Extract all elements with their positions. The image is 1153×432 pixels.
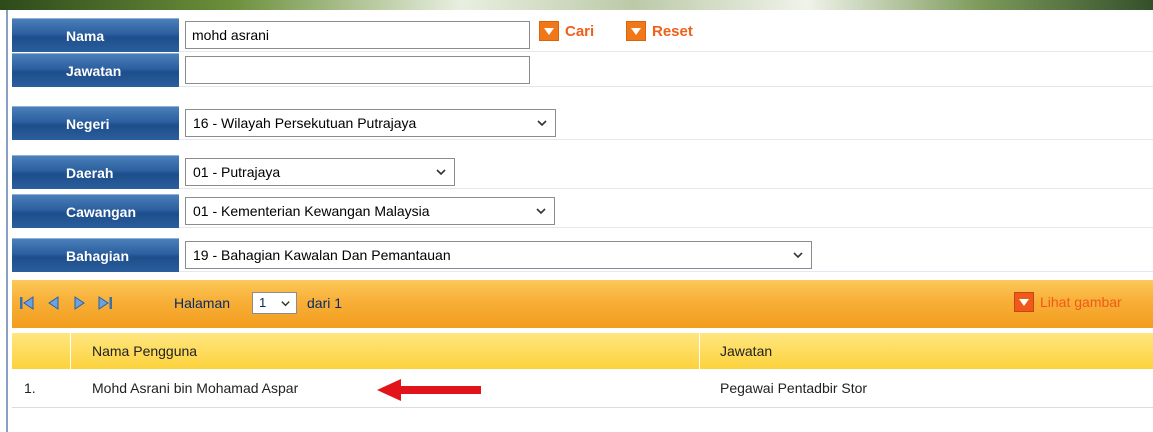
chevron-down-icon xyxy=(626,21,646,41)
chevron-down-icon xyxy=(539,21,559,41)
label-jawatan-text: Jawatan xyxy=(66,63,122,79)
daerah-selected-value: 01 - Putrajaya xyxy=(193,164,281,180)
label-negeri: Negeri xyxy=(12,106,179,140)
column-header-jawatan[interactable]: Jawatan xyxy=(720,343,772,359)
reset-button[interactable]: Reset xyxy=(626,20,693,42)
row-jawatan: Jawatan xyxy=(12,53,1153,87)
row-number: 1. xyxy=(24,380,36,396)
label-cawangan: Cawangan xyxy=(12,194,179,228)
chevron-down-icon xyxy=(537,120,547,127)
label-bahagian: Bahagian xyxy=(12,238,179,272)
negeri-select[interactable]: 16 - Wilayah Persekutuan Putrajaya xyxy=(185,109,556,137)
cari-button[interactable]: Cari xyxy=(539,20,594,42)
cari-label: Cari xyxy=(565,22,595,40)
column-divider xyxy=(70,333,71,369)
label-bahagian-text: Bahagian xyxy=(66,248,130,264)
table-row[interactable]: 1. Mohd Asrani bin Mohamad Aspar Pegawai… xyxy=(12,370,1153,408)
cawangan-selected-value: 01 - Kementerian Kewangan Malaysia xyxy=(193,203,430,219)
column-divider xyxy=(699,333,700,369)
row-nama: Nama Cari Reset xyxy=(12,18,1153,52)
next-page-icon[interactable] xyxy=(70,294,88,312)
chevron-down-icon xyxy=(436,169,446,176)
cawangan-select[interactable]: 01 - Kementerian Kewangan Malaysia xyxy=(185,197,555,225)
bahagian-selected-value: 19 - Bahagian Kawalan Dan Pemantauan xyxy=(193,247,451,263)
reset-label: Reset xyxy=(652,22,693,40)
lihat-gambar-button[interactable]: Lihat gambar xyxy=(1014,292,1122,312)
label-daerah: Daerah xyxy=(12,155,179,189)
jawatan-input[interactable] xyxy=(185,56,530,84)
chevron-down-icon xyxy=(1014,292,1034,312)
table-header: Nama Pengguna Jawatan xyxy=(12,333,1153,369)
label-cawangan-text: Cawangan xyxy=(66,204,137,220)
row-daerah: Daerah 01 - Putrajaya xyxy=(12,155,1153,189)
left-frame-border xyxy=(0,10,8,432)
total-pages-label: dari 1 xyxy=(307,295,343,311)
halaman-label: Halaman xyxy=(174,295,231,311)
chevron-down-icon xyxy=(281,301,290,307)
daerah-select[interactable]: 01 - Putrajaya xyxy=(185,158,455,186)
row-cawangan: Cawangan 01 - Kementerian Kewangan Malay… xyxy=(12,194,1153,228)
label-nama: Nama xyxy=(12,18,179,52)
chevron-down-icon xyxy=(536,208,546,215)
bahagian-select[interactable]: 19 - Bahagian Kawalan Dan Pemantauan xyxy=(185,241,812,269)
negeri-selected-value: 16 - Wilayah Persekutuan Putrajaya xyxy=(193,115,417,131)
column-header-nama-pengguna[interactable]: Nama Pengguna xyxy=(92,343,197,359)
header-banner-strip xyxy=(0,0,1153,10)
row-negeri: Negeri 16 - Wilayah Persekutuan Putrajay… xyxy=(12,106,1153,140)
page-number-value: 1 xyxy=(259,295,267,310)
page-number-select[interactable]: 1 xyxy=(252,292,297,314)
lihat-gambar-label: Lihat gambar xyxy=(1040,294,1122,310)
row-bahagian: Bahagian 19 - Bahagian Kawalan Dan Peman… xyxy=(12,238,1153,272)
pagination-bar: Halaman 1 dari 1 Lihat gambar xyxy=(12,280,1153,328)
label-jawatan: Jawatan xyxy=(12,53,179,87)
cell-jawatan: Pegawai Pentadbir Stor xyxy=(720,380,868,396)
nama-input[interactable] xyxy=(185,21,530,49)
label-daerah-text: Daerah xyxy=(66,165,114,181)
label-nama-text: Nama xyxy=(66,28,105,44)
first-page-icon[interactable] xyxy=(18,294,36,312)
label-negeri-text: Negeri xyxy=(66,116,110,132)
prev-page-icon[interactable] xyxy=(45,294,63,312)
cell-nama-pengguna[interactable]: Mohd Asrani bin Mohamad Aspar xyxy=(92,380,298,396)
chevron-down-icon xyxy=(793,252,803,259)
last-page-icon[interactable] xyxy=(96,294,114,312)
red-arrow-annotation xyxy=(377,379,481,401)
